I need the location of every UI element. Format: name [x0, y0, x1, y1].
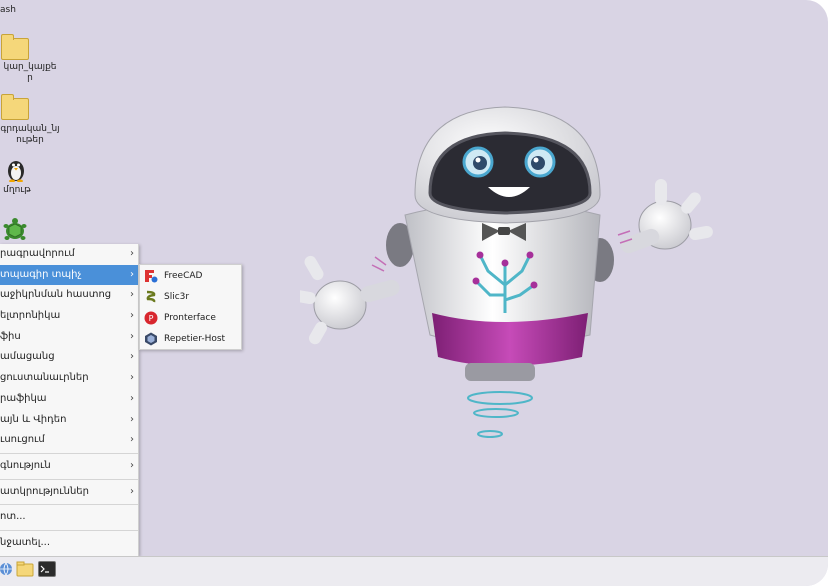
chevron-right-icon: ›	[130, 413, 134, 425]
menu-item-shutdown[interactable]: նջատել...	[0, 533, 138, 554]
submenu-item-freecad[interactable]: FreeCAD	[140, 265, 241, 286]
desktop-partial-label: ash	[0, 5, 16, 15]
menu-item-3[interactable]: ելտրոնիկա ›	[0, 306, 138, 327]
menu-item-run[interactable]: ոտ...	[0, 507, 138, 528]
desktop-app-turtle[interactable]	[2, 217, 28, 247]
submenu-item-slic3r[interactable]: Slic3r	[140, 286, 241, 307]
menu-item-2[interactable]: աջիկրնման հաստոց ›	[0, 285, 138, 306]
menu-separator	[0, 478, 138, 480]
repetier-icon	[145, 332, 157, 345]
desktop-app-penguin[interactable]	[5, 156, 27, 186]
chevron-right-icon: ›	[130, 310, 134, 322]
menu-item-6[interactable]: ցուստանաւրներ ›	[0, 368, 138, 389]
slic3r-icon	[146, 290, 156, 302]
menu-item-10[interactable]: գնություն ›	[0, 456, 138, 477]
chevron-right-icon: ›	[130, 330, 134, 342]
chevron-right-icon: ›	[130, 289, 134, 301]
file-manager-icon[interactable]	[16, 561, 34, 577]
freecad-icon	[145, 269, 158, 282]
chevron-right-icon: ›	[130, 372, 134, 384]
folder-icon	[1, 34, 29, 60]
menu-item-1[interactable]: տպագիր տպիչ ›	[0, 264, 138, 286]
chevron-right-icon: ›	[130, 434, 134, 446]
chevron-right-icon: ›	[130, 268, 134, 280]
penguin-icon	[8, 161, 24, 183]
submenu-item-repetier-host[interactable]: Repetier-Host	[140, 328, 241, 349]
menu-item-8[interactable]: այն և Վիդեո ›	[0, 410, 138, 431]
chevron-right-icon: ›	[130, 459, 134, 471]
menu-item-11[interactable]: ատկրություններ ›	[0, 482, 138, 503]
chevron-right-icon: ›	[130, 485, 134, 497]
menu-separator	[0, 452, 138, 454]
terminal-icon[interactable]	[38, 561, 56, 577]
desktop: ash կար_կայքե ր գրդական_նյ ութեր մղութ ր…	[0, 0, 828, 586]
desktop-app-penguin-label: մղութ	[3, 185, 31, 195]
desktop-folder-2[interactable]	[1, 94, 29, 120]
menu-item-9[interactable]: ւսուցում ›	[0, 430, 138, 451]
turtle-icon	[3, 218, 27, 240]
svg-text:P: P	[149, 314, 154, 323]
menu-item-0[interactable]: րագրավորում ›	[0, 244, 138, 265]
submenu-item-pronterface[interactable]: P Pronterface	[140, 307, 241, 328]
applications-menu: րագրավորում › տպագիր տպիչ › աջիկրնման հաստ…	[0, 244, 139, 556]
chevron-right-icon: ›	[130, 248, 134, 259]
menu-separator	[0, 529, 138, 531]
robot-wallpaper	[300, 106, 713, 438]
desktop-folder-1-label: կար_կայքե ր	[3, 62, 57, 83]
chevron-right-icon: ›	[130, 351, 134, 363]
desktop-folder-2-label: գրդական_նյ ութեր	[0, 124, 60, 145]
menu-item-5[interactable]: ամացանց ›	[0, 347, 138, 368]
menu-item-7[interactable]: րաֆիկա ›	[0, 389, 138, 410]
folder-icon	[1, 94, 29, 120]
pronterface-icon: P	[144, 311, 158, 324]
3d-printer-submenu: FreeCAD Slic3r P Pronterface Repetier-Ho…	[139, 264, 242, 350]
menu-separator	[0, 504, 138, 506]
desktop-folder-1[interactable]	[1, 34, 29, 60]
taskbar	[0, 556, 828, 586]
chevron-right-icon: ›	[130, 392, 134, 404]
menu-item-4[interactable]: ֆիս ›	[0, 327, 138, 348]
